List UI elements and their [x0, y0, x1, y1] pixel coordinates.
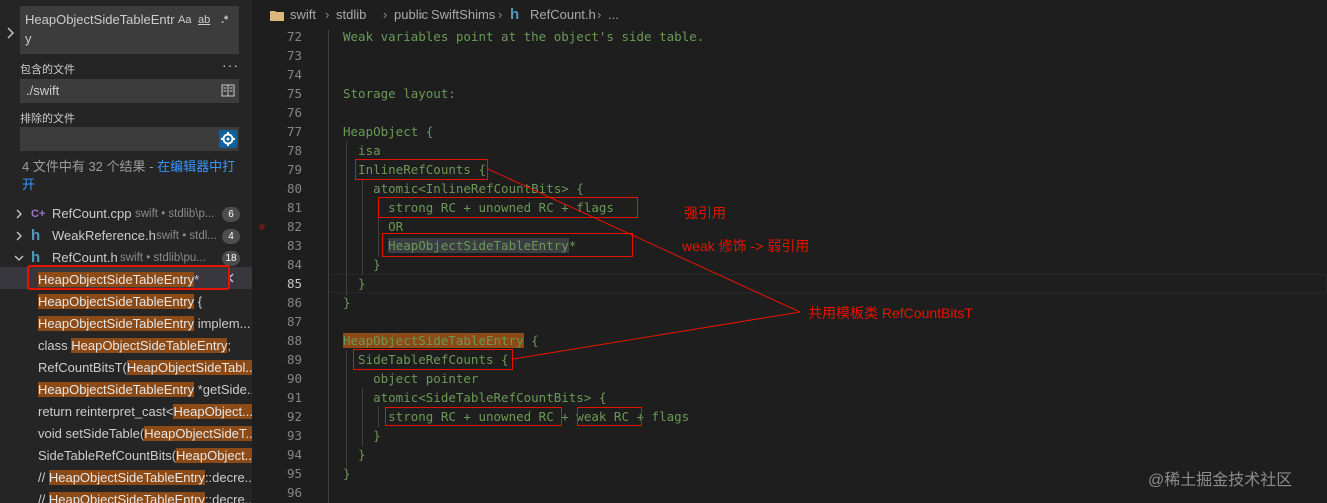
annotation-shared-template: 共用模板类 RefCountBitsT	[808, 305, 973, 321]
annotation-lines	[487, 168, 801, 360]
watermark: @稀土掘金技术社区	[1148, 472, 1293, 489]
annotation-strong-ref: 强引用	[684, 205, 726, 221]
annotation-weak-ref: weak 修饰 -> 弱引用	[682, 238, 810, 254]
